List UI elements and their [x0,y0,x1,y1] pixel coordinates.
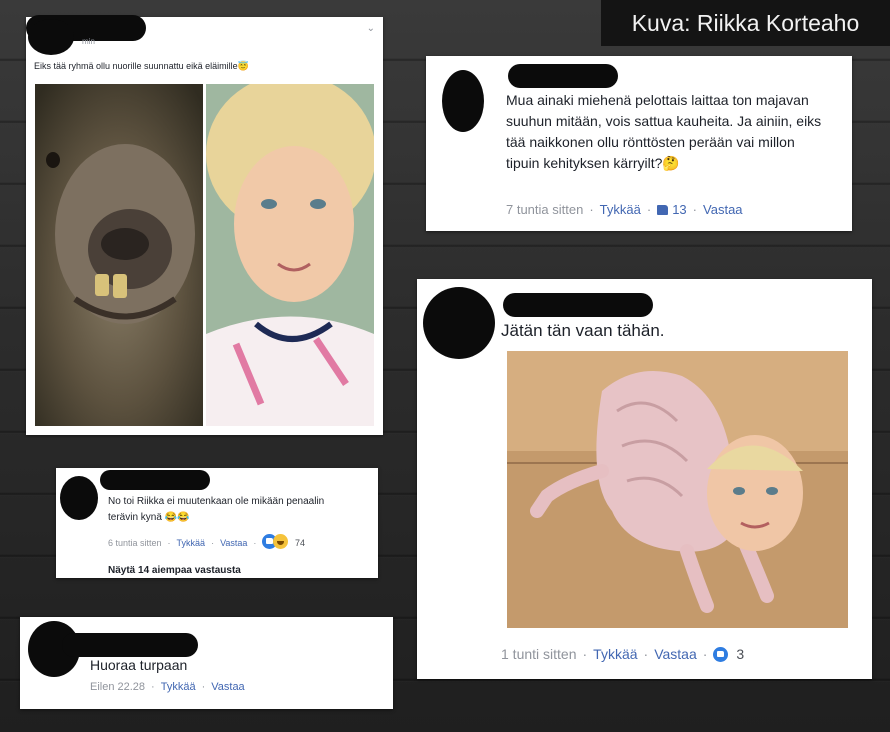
comment-meta: Eilen 22.28 · Tykkää · Vastaa [90,681,245,693]
redacted-name [508,64,618,88]
redacted-name [100,470,210,490]
post-card: min ⌄ Eiks tää ryhmä ollu nuorille suunn… [26,15,383,435]
comment-card: Mua ainaki miehenä pelottais laittaa ton… [426,56,852,231]
like-button[interactable]: Tykkää [600,202,641,217]
comment-meta: 1 tunti sitten · Tykkää · Vastaa · 3 [501,646,745,662]
like-reaction-icon [713,647,729,662]
redacted-name [503,293,653,317]
comment-time: Eilen 22.28 [90,681,146,693]
show-more-replies-link[interactable]: Näytä 14 aiempaa vastausta [108,565,241,576]
thumbs-up-icon [657,205,669,215]
comment-text: Huoraa turpaan [90,657,188,673]
comment-card: No toi Riikka ei muutenkaan ole mikään p… [56,468,378,578]
comment-text: Mua ainaki miehenä pelottais laittaa ton… [506,92,822,171]
redacted-avatar [423,287,495,359]
redacted-avatar [442,70,484,132]
comment-time: 1 tunti sitten [501,646,577,662]
comment-card: Jätän tän vaan tähän. 1 tunti sitten · Tyk… [417,279,872,679]
reply-button[interactable]: Vastaa [220,538,247,548]
post-time: min [82,37,95,46]
comment-card: Huoraa turpaan Eilen 22.28 · Tykkää · Vastaa [20,617,393,709]
reply-button[interactable]: Vastaa [703,202,743,217]
like-button[interactable]: Tykkää [593,646,637,662]
redacted-avatar [60,476,98,520]
redacted-name [62,633,198,657]
chevron-down-icon[interactable]: ⌄ [367,23,375,34]
reaction-count[interactable]: 74 [295,538,305,548]
photo-credit: Kuva: Riikka Korteaho [601,0,890,46]
comment-text: No toi Riikka ei muutenkaan ole mikään p… [108,496,325,523]
comment-time: 6 tuntia sitten [108,538,162,548]
woman-photo[interactable] [206,84,374,426]
beaver-photo[interactable] [35,84,203,426]
comment-time: 7 tuntia sitten [506,202,584,217]
reply-button[interactable]: Vastaa [211,681,244,693]
post-text: Eiks tää ryhmä ollu nuorille suunnattu e… [34,61,249,71]
comment-meta: 7 tuntia sitten · Tykkää · 13 · Vastaa [506,202,743,217]
like-count[interactable]: 3 [736,646,744,662]
comment-meta: 6 tuntia sitten · Tykkää · Vastaa · 74 [108,534,305,549]
like-button[interactable]: Tykkää [161,681,196,693]
like-count[interactable]: 13 [672,202,686,217]
redacted-avatar [28,19,74,55]
reply-button[interactable]: Vastaa [654,646,697,662]
naked-mole-rat-photo[interactable] [507,351,848,628]
like-button[interactable]: Tykkää [177,538,206,548]
comment-text: Jätän tän vaan tähän. [501,321,665,340]
haha-reaction-icon [273,534,289,549]
